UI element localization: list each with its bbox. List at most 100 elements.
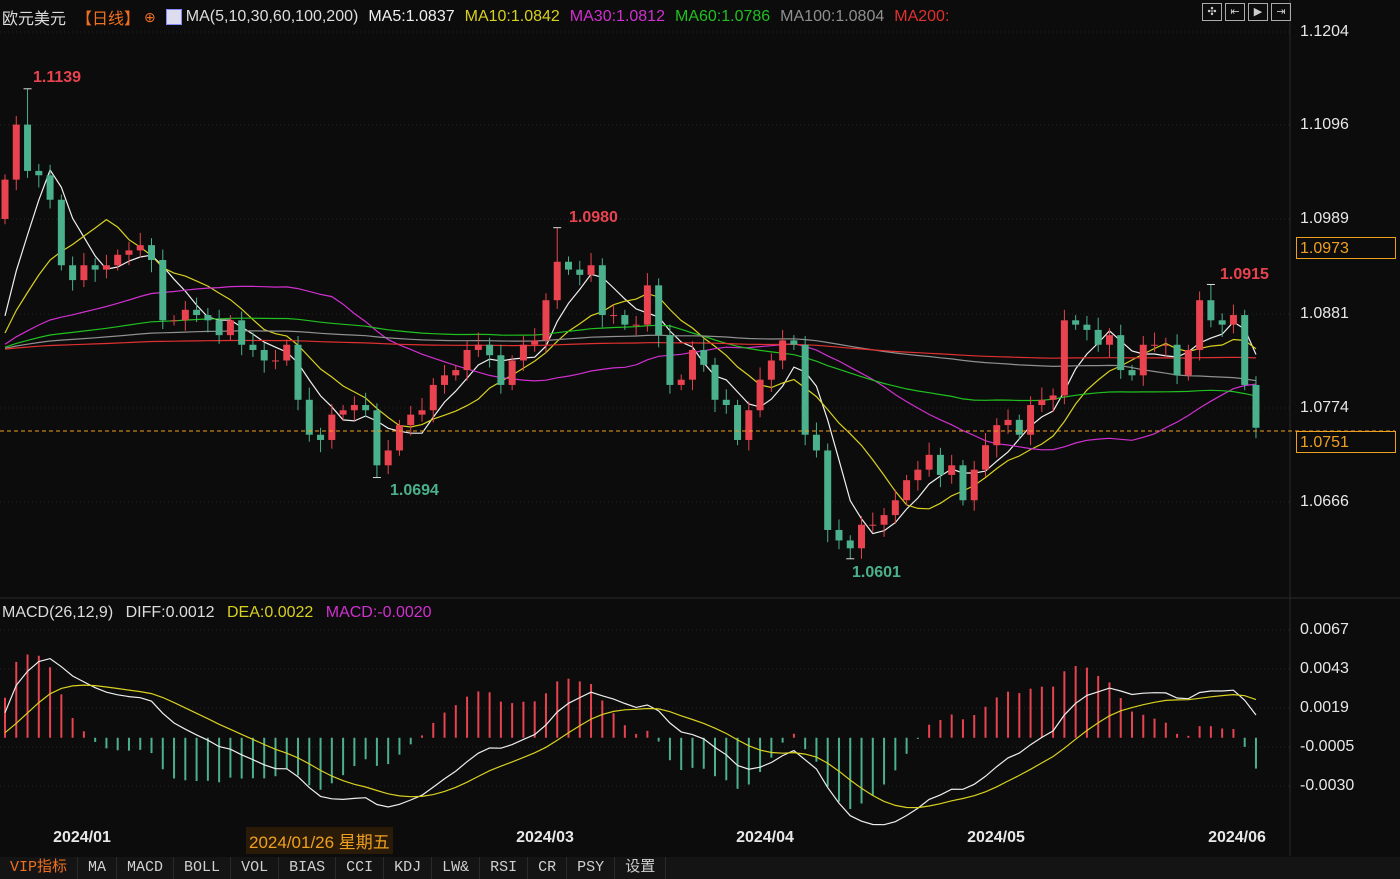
candle-body — [1207, 300, 1215, 321]
chart-canvas[interactable] — [0, 0, 1400, 879]
macd-value: MACD:-0.0020 — [325, 604, 432, 621]
candle-body — [993, 425, 1001, 446]
chart-toolbar: ✣ ⇤ ▶ ⇥ — [1202, 3, 1291, 21]
candle-body — [553, 261, 561, 301]
play-icon[interactable]: ▶ — [1248, 3, 1268, 21]
candle-body — [1128, 370, 1136, 376]
candle-body — [621, 315, 629, 325]
candle-body — [756, 379, 764, 411]
candle-body — [1105, 335, 1113, 345]
candle-body — [441, 375, 449, 385]
symbol-name: 欧元美元 — [2, 11, 67, 28]
candle-body — [632, 324, 640, 326]
candle-body — [12, 124, 20, 180]
candle-body — [238, 320, 246, 345]
ma10-value: MA10:1.0842 — [464, 8, 560, 25]
macd-diff: DIFF:0.0012 — [125, 604, 215, 621]
period-label[interactable]: 【日线】 — [76, 5, 140, 29]
candle-body — [779, 340, 787, 361]
tab-lwr[interactable]: LW& — [432, 857, 481, 879]
macd-tick: -0.0030 — [1300, 777, 1355, 794]
cursor-date: 2024/01/26 星期五 — [246, 827, 393, 854]
candle-body — [1229, 315, 1237, 325]
candle-body — [767, 360, 775, 380]
candle-body — [114, 254, 122, 266]
tab-cci[interactable]: CCI — [336, 857, 385, 879]
ma5-value: MA5:1.0837 — [368, 8, 455, 25]
candle-body — [812, 434, 820, 451]
ma100-line — [4, 330, 1257, 382]
candle-body — [181, 309, 189, 321]
ma-title: MA(5,10,30,60,100,200) — [185, 8, 359, 25]
macd-diff-line — [4, 657, 1257, 826]
price-tick: 1.0774 — [1300, 399, 1349, 416]
candle-body — [722, 399, 730, 406]
candle-body — [159, 260, 167, 321]
candle-body — [24, 124, 32, 171]
candle-body — [249, 344, 257, 350]
macd-tick: 0.0043 — [1300, 660, 1349, 677]
candle-body — [587, 265, 595, 275]
price-tick: 1.1096 — [1300, 116, 1349, 133]
tab-macd[interactable]: MACD — [117, 857, 175, 879]
candle-body — [711, 364, 719, 400]
candle-body — [35, 170, 43, 176]
date-tick: 2024/01 — [53, 829, 111, 846]
candle-body — [204, 315, 212, 321]
low-label: 1.0694 — [390, 482, 439, 499]
candle-body — [136, 245, 144, 251]
tab-psy[interactable]: PSY — [567, 857, 616, 879]
candle-body — [835, 529, 843, 541]
ma30-line — [4, 285, 1257, 451]
candle-body — [903, 480, 911, 501]
price-tick: 1.0666 — [1300, 493, 1349, 510]
candle-body — [1, 179, 9, 219]
candle-body — [418, 410, 426, 415]
globe-icon[interactable]: ⊕ — [144, 9, 156, 26]
candle-body — [677, 379, 685, 385]
candle-body — [148, 245, 156, 261]
indicator-tabs: VIP指标 MA MACD BOLL VOL BIAS CCI KDJ LW& … — [0, 857, 1400, 879]
candle-body — [858, 524, 866, 549]
crosshair-icon[interactable]: ✣ — [1202, 3, 1222, 21]
zoom-in-icon[interactable]: ⇤ — [1225, 3, 1245, 21]
candle-body — [1049, 395, 1057, 400]
candle-body — [1241, 315, 1249, 385]
macd-dea: DEA:0.0022 — [227, 604, 314, 621]
candle-body — [948, 465, 956, 475]
tab-cr[interactable]: CR — [528, 857, 568, 879]
ma10-line — [4, 218, 1257, 510]
high-label: 1.0980 — [569, 209, 618, 226]
cursor-price-box: 1.0973 — [1296, 237, 1396, 259]
candle-body — [869, 524, 877, 526]
tab-kdj[interactable]: KDJ — [384, 857, 433, 879]
candle-body — [452, 370, 460, 376]
price-tick: 1.1204 — [1300, 23, 1349, 40]
price-tick: 1.0989 — [1300, 210, 1349, 227]
tab-vip[interactable]: VIP指标 — [0, 857, 79, 879]
candle-body — [125, 250, 133, 255]
candle-body — [46, 175, 54, 200]
candle-body — [260, 349, 268, 361]
candle-body — [891, 500, 899, 516]
candle-body — [700, 349, 708, 365]
candle-body — [824, 450, 832, 530]
ma-chart-icon[interactable] — [165, 9, 182, 25]
macd-tick: 0.0019 — [1300, 699, 1349, 716]
tab-settings[interactable]: 设置 — [615, 857, 667, 879]
candle-body — [1162, 344, 1170, 346]
candle-body — [1027, 405, 1035, 435]
candle-body — [294, 344, 302, 400]
tab-boll[interactable]: BOLL — [174, 857, 232, 879]
exit-icon[interactable]: ⇥ — [1271, 3, 1291, 21]
candle-body — [193, 309, 201, 316]
tab-rsi[interactable]: RSI — [480, 857, 529, 879]
ma100-value: MA100:1.0804 — [780, 8, 885, 25]
tab-ma[interactable]: MA — [78, 857, 118, 879]
tab-vol[interactable]: VOL — [231, 857, 280, 879]
tab-bias[interactable]: BIAS — [279, 857, 337, 879]
candle-body — [790, 340, 798, 345]
candle-body — [497, 355, 505, 385]
date-tick: 2024/05 — [967, 829, 1025, 846]
candle-body — [407, 414, 415, 426]
